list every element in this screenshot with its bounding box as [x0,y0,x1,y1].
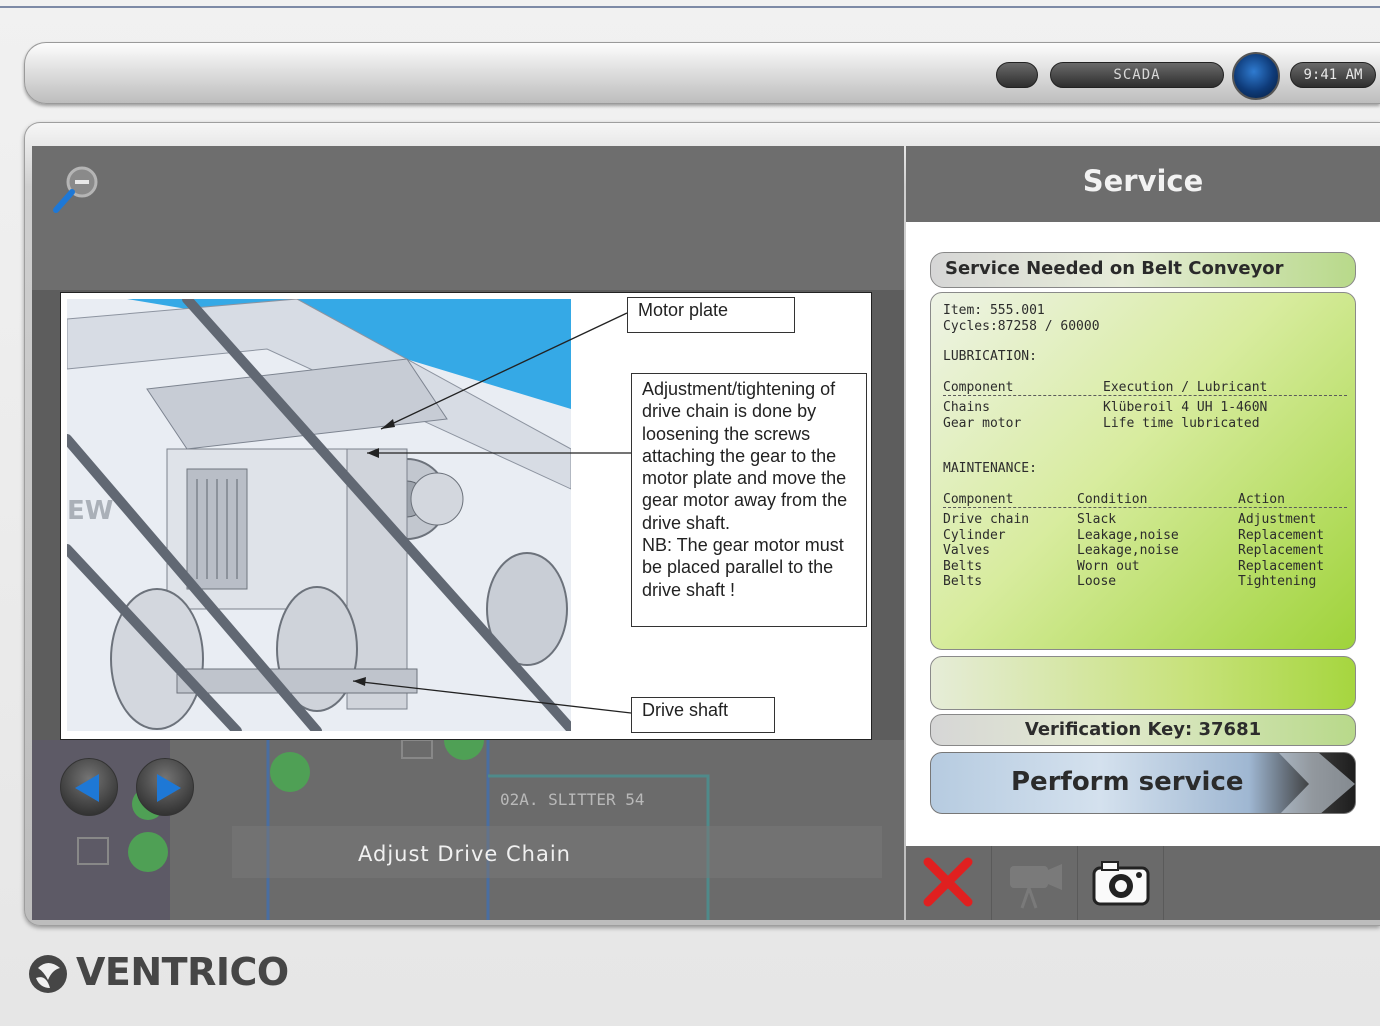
table-cell: Leakage,noise [1077,527,1179,543]
column-header: Action [1238,491,1285,507]
table-cell: Leakage,noise [1077,543,1179,558]
viewer-toolbar [32,146,904,290]
svg-text:EW: EW [67,496,113,526]
maintenance-table: Drive chain Slack Adjustment Cylinder Le… [943,512,1343,590]
service-panel: Service Service Needed on Belt Conveyor … [906,146,1380,846]
table-cell: Belts [943,574,983,589]
table-cell: Replacement [1238,543,1325,558]
column-header: Component [943,379,1014,395]
lubrication-heading: LUBRICATION: [943,349,1037,364]
callout-drive-shaft: Drive shaft [631,697,775,733]
maintenance-heading: MAINTENANCE: [943,461,1037,476]
take-photo-button[interactable] [1078,846,1164,920]
table-cell: Worn out [1077,558,1140,574]
table-cell: Drive chain [943,512,1030,527]
table-cell: Gear motor [943,415,1022,431]
close-icon [923,857,973,907]
globe-icon[interactable] [1232,52,1280,100]
column-header: Condition [1077,491,1148,507]
table-cell: Cylinder [943,527,1006,543]
step-caption: Adjust Drive Chain [358,842,571,866]
table-cell: Valves [943,543,990,558]
divider [943,395,1347,396]
service-header: Service [906,146,1380,222]
verification-key: Verification Key: 37681 [930,714,1356,746]
instruction-image: EW Motor plate Adjustment/tightening of … [60,292,872,740]
cancel-button[interactable] [906,846,992,920]
service-title: Service [1082,164,1204,198]
chevron-right-icon [1279,753,1355,813]
instruction-viewer: EW Motor plate Adjustment/tightening of … [32,146,904,920]
table-cell: Replacement [1238,558,1325,574]
column-header: Execution / Lubricant [1103,379,1268,395]
previous-step-button[interactable] [60,758,118,816]
maintenance-table-header: Component Condition Action [943,492,1343,508]
camera-icon [1092,861,1150,906]
table-cell: Chains [943,400,990,415]
lubrication-table-header: Component Execution / Lubricant [943,380,1343,396]
viewer-bottom-panel: 02A. SLITTER 54 Adjust Drive Chain [32,740,904,920]
table-cell: Life time lubricated [1103,415,1260,431]
action-icon-bar [906,846,1380,920]
cycle-count: Cycles:87258 / 60000 [943,318,1100,334]
scada-button[interactable]: SCADA [1050,62,1224,88]
table-cell: Belts [943,558,983,574]
status-pill[interactable] [996,62,1038,88]
perform-service-label: Perform service [1011,767,1244,797]
top-divider [0,6,1380,8]
record-video-button[interactable] [992,846,1078,920]
perform-service-button[interactable]: Perform service [930,752,1356,814]
table-cell: Klüberoil 4 UH 1-460N [1103,400,1268,415]
divider [943,507,1347,508]
service-needed-banner: Service Needed on Belt Conveyor [930,252,1356,288]
lubrication-table: Chains Klüberoil 4 UH 1-460N Gear motor … [943,400,1343,431]
ventrico-logo-icon [29,955,67,993]
video-camera-icon [1010,864,1062,909]
conveyor-drive-illustration: EW [67,299,571,731]
zoom-out-icon[interactable] [46,160,106,220]
clock-display: 9:41 AM [1290,62,1376,88]
arrow-left-icon [75,774,99,802]
schematic-label: 02A. SLITTER 54 [500,790,645,809]
service-details: Item: 555.001 Cycles:87258 / 60000 LUBRI… [930,292,1356,650]
column-header: Component [943,491,1014,507]
callout-adjustment-instructions: Adjustment/tightening of drive chain is … [631,373,867,627]
brand-name: VENTRICO [76,950,289,994]
status-bar [930,656,1356,710]
table-cell: Adjustment [1238,512,1317,527]
arrow-right-icon [157,774,181,802]
table-cell: Tightening [1238,574,1317,589]
item-number: Item: 555.001 [943,303,1045,318]
callout-motor-plate: Motor plate [627,297,795,333]
table-cell: Replacement [1238,527,1325,543]
table-cell: Loose [1077,574,1117,589]
next-step-button[interactable] [136,758,194,816]
table-cell: Slack [1077,512,1117,527]
